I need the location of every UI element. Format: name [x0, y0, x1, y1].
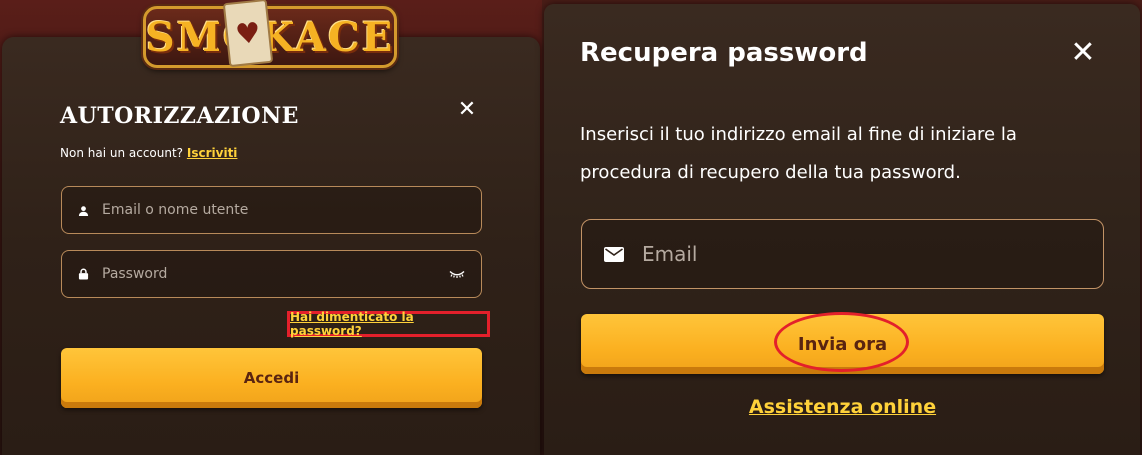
password-input[interactable] [102, 266, 447, 282]
envelope-icon [604, 246, 624, 262]
register-link[interactable]: Iscriviti [187, 146, 238, 160]
password-field-wrapper [61, 250, 482, 298]
forgot-password-link[interactable]: Hai dimenticato la password? [290, 310, 487, 338]
recover-email-input[interactable] [642, 242, 1103, 266]
close-icon[interactable]: ✕ [455, 98, 479, 122]
close-icon[interactable]: ✕ [1068, 38, 1098, 68]
recover-description: Inserisci il tuo indirizzo email al fine… [580, 124, 1017, 183]
eye-closed-icon[interactable] [447, 270, 467, 278]
send-now-button[interactable]: Invia ora [581, 314, 1104, 374]
brand-logo: ♥ SMOKACE [143, 0, 397, 68]
support-link-wrapper: Assistenza online [581, 396, 1104, 418]
recover-title: Recupera password [580, 38, 868, 68]
username-input[interactable] [102, 202, 481, 218]
playing-card-icon: ♥ [222, 0, 274, 68]
no-account-text: Non hai un account? [60, 146, 184, 160]
online-support-link[interactable]: Assistenza online [749, 396, 936, 418]
login-title: AUTORIZZAZIONE [60, 103, 299, 129]
register-prompt: Non hai un account? Iscriviti [60, 146, 237, 160]
recover-email-wrapper [581, 219, 1104, 289]
login-button[interactable]: Accedi [61, 348, 482, 408]
username-field-wrapper [61, 186, 482, 234]
forgot-password-highlight: Hai dimenticato la password? [287, 310, 490, 338]
lock-icon [76, 268, 90, 280]
user-icon [76, 205, 90, 216]
